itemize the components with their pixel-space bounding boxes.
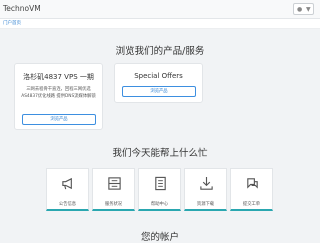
breadcrumb-home[interactable]: 门户首页 (3, 20, 21, 26)
account-section-title: 您的帐户 (140, 232, 179, 243)
tile-help-center[interactable]: 帮助中心 (138, 168, 181, 211)
tile-announcements[interactable]: 公告信息 (46, 168, 89, 211)
tile-submit-ticket[interactable]: 提交工单 (230, 168, 273, 211)
book-icon (155, 176, 166, 191)
help-section-title: 我们今天能帮上什么忙 (112, 148, 208, 159)
breadcrumb: 门户首页 (0, 19, 320, 29)
product-card-title: Special Offers (134, 72, 183, 80)
account-menu-group: ● ▼ (293, 3, 314, 15)
tile-label: 服务状况 (104, 202, 123, 207)
top-navbar: TechnoVM ● ▼ (0, 0, 320, 19)
browse-products-button[interactable]: 浏览产品 (122, 86, 196, 97)
brand-logo[interactable]: TechnoVM (3, 4, 41, 13)
ticket-icon (247, 178, 258, 189)
tile-label: 资源下载 (196, 202, 215, 207)
products-section-title: 浏览我们的产品/服务 (115, 46, 205, 57)
megaphone-icon (62, 177, 72, 190)
product-card-special-offers: Special Offers 浏览产品 (114, 63, 203, 103)
cart-icon[interactable]: ▼ (306, 5, 311, 14)
product-card-desc: 三网去程骨干直连，回程三网优选AS4837优化线路 提供DNS流媒体解锁 (21, 87, 96, 99)
tile-downloads[interactable]: 资源下载 (184, 168, 227, 211)
server-icon (108, 177, 121, 190)
user-icon[interactable]: ● (297, 5, 302, 14)
tile-service-status[interactable]: 服务状况 (92, 168, 135, 211)
tile-label: 提交工单 (242, 202, 261, 207)
product-card-title: 洛杉矶4837 VPS 一期 (23, 73, 94, 81)
download-icon (200, 176, 213, 190)
browse-products-button[interactable]: 浏览产品 (22, 114, 96, 125)
tile-label: 帮助中心 (150, 202, 169, 207)
product-card-la4837: 洛杉矶4837 VPS 一期 三网去程骨干直连，回程三网优选AS4837优化线路… (14, 63, 103, 130)
tile-label: 公告信息 (58, 202, 77, 207)
